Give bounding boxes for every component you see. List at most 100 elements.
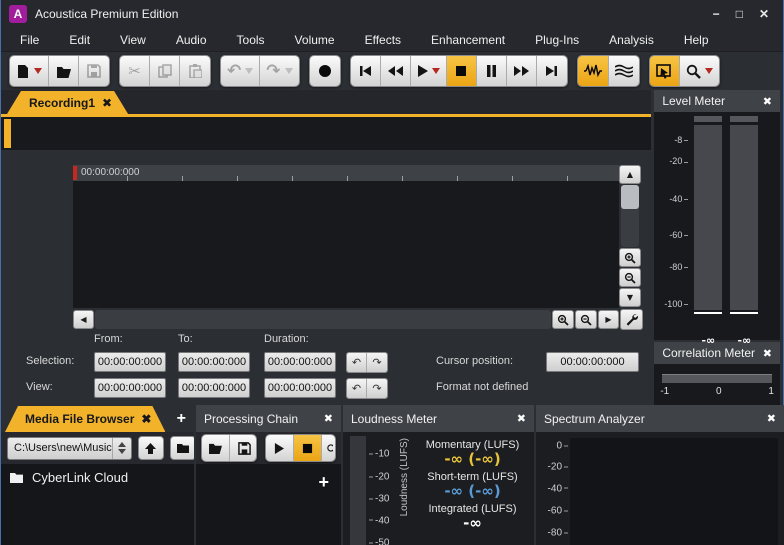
menu-edit[interactable]: Edit — [54, 28, 105, 52]
tab-media-file-browser[interactable]: Media File Browser ✖ — [5, 406, 165, 432]
path-spinner[interactable] — [111, 437, 131, 459]
integrated-value: -∞ — [463, 514, 482, 532]
loudness-meter-title: Loudness Meter — [351, 411, 438, 426]
folder-up-button[interactable] — [137, 436, 164, 460]
selection-duration-field[interactable]: 00:00:00:000 — [264, 352, 336, 372]
selection-to-field[interactable]: 00:00:00:000 — [178, 352, 250, 372]
add-panel-button[interactable]: + — [177, 410, 186, 428]
view-undo-button[interactable]: ↶ — [347, 379, 367, 398]
menu-effects[interactable]: Effects — [350, 28, 416, 52]
copy-icon — [157, 64, 172, 78]
undo-icon: ↶ — [227, 60, 242, 81]
go-to-start-button[interactable] — [350, 56, 381, 86]
scroll-down-button[interactable]: ▼ — [619, 288, 641, 307]
correlation-meter-close-icon[interactable]: ✖ — [763, 347, 772, 360]
add-effect-button[interactable]: + — [318, 472, 329, 493]
save-button[interactable] — [79, 56, 109, 86]
selection-undo-button[interactable]: ↶ — [347, 353, 367, 372]
vertical-scroll-thumb[interactable] — [621, 185, 639, 209]
maximize-button[interactable]: □ — [736, 8, 743, 20]
fast-forward-button[interactable] — [506, 56, 537, 86]
vertical-scroll-track[interactable] — [621, 185, 639, 247]
close-button[interactable]: ✕ — [759, 8, 769, 20]
waveform-overview[interactable] — [1, 114, 652, 150]
scale-label: -40 — [669, 194, 688, 204]
waveform-canvas[interactable] — [73, 181, 619, 308]
play-button[interactable] — [410, 56, 447, 86]
zoom-out-vertical-button[interactable] — [619, 268, 641, 287]
tab-close-icon[interactable]: ✖ — [141, 412, 151, 426]
list-item-cyberlink-cloud[interactable]: CyberLink Cloud — [9, 470, 186, 485]
chain-open-button[interactable] — [202, 435, 230, 461]
selection-tool-button[interactable] — [649, 56, 680, 86]
zoom-tool-button[interactable] — [679, 56, 719, 86]
play-dropdown-icon[interactable] — [431, 68, 440, 74]
processing-chain-close-icon[interactable]: ✖ — [324, 412, 333, 425]
zoom-out-horizontal-button[interactable] — [575, 310, 597, 329]
level-meter-bar-left — [694, 116, 723, 328]
new-file-button[interactable] — [10, 56, 49, 86]
chain-extra-button-partial[interactable] — [321, 435, 335, 461]
path-combobox[interactable]: C:\Users\new\Music — [7, 436, 132, 460]
spinner-down-icon — [117, 449, 126, 454]
cursor-position-field[interactable]: 00:00:00:000 — [546, 352, 639, 372]
timeline-ruler[interactable]: 00:00:00:000 — [73, 165, 619, 181]
browse-folder-button[interactable] — [169, 436, 194, 460]
loudness-meter-close-icon[interactable]: ✖ — [517, 412, 526, 425]
horizontal-scroll-track[interactable] — [95, 310, 551, 329]
view-to-field[interactable]: 00:00:00:000 — [178, 378, 250, 398]
redo-dropdown-icon[interactable] — [284, 68, 293, 74]
scale-label: 0 — [556, 441, 568, 452]
chain-stop-button[interactable] — [293, 435, 322, 461]
zoom-out-icon — [624, 272, 636, 284]
menu-plugins[interactable]: Plug-Ins — [520, 28, 594, 52]
spectrum-analyzer-close-icon[interactable]: ✖ — [767, 412, 776, 425]
open-file-button[interactable] — [49, 56, 79, 86]
menu-enhancement[interactable]: Enhancement — [416, 28, 520, 52]
pause-button[interactable] — [476, 56, 507, 86]
menu-help[interactable]: Help — [669, 28, 724, 52]
spectral-view-button[interactable] — [608, 56, 639, 86]
scroll-left-button[interactable]: ◀ — [73, 310, 94, 329]
tab-close-icon[interactable]: ✖ — [102, 96, 112, 110]
menu-volume[interactable]: Volume — [280, 28, 350, 52]
zoom-in-horizontal-button[interactable] — [552, 310, 574, 329]
editor-settings-button[interactable] — [620, 309, 643, 330]
scroll-up-button[interactable]: ▲ — [619, 165, 641, 184]
record-button[interactable] — [309, 56, 340, 86]
level-right-value: -∞ — [737, 334, 752, 347]
paste-button[interactable] — [180, 56, 210, 86]
undo-button[interactable]: ↶ — [221, 56, 261, 86]
view-from-field[interactable]: 00:00:00:000 — [94, 378, 166, 398]
waveform-view-button[interactable] — [577, 56, 609, 86]
cut-button[interactable]: ✂ — [120, 56, 150, 86]
level-meter-close-icon[interactable]: ✖ — [763, 95, 772, 108]
view-duration-field[interactable]: 00:00:00:000 — [264, 378, 336, 398]
chain-play-button[interactable] — [265, 435, 294, 461]
tab-recording1[interactable]: Recording1 ✖ — [7, 91, 128, 114]
loudness-meter-panel: Loudness Meter ✖ -10 -20 -30 -40 -50 Lou… — [343, 405, 534, 545]
minimize-button[interactable]: − — [713, 8, 720, 20]
menu-view[interactable]: View — [105, 28, 161, 52]
copy-button[interactable] — [150, 56, 180, 86]
rewind-button[interactable] — [380, 56, 411, 86]
menu-tools[interactable]: Tools — [222, 28, 280, 52]
path-value: C:\Users\new\Music — [14, 442, 112, 454]
zoom-in-vertical-button[interactable] — [619, 248, 641, 267]
view-redo-button[interactable]: ↷ — [367, 379, 387, 398]
stop-button[interactable] — [446, 56, 477, 86]
menu-analysis[interactable]: Analysis — [594, 28, 669, 52]
overview-position-marker[interactable] — [4, 119, 11, 148]
redo-button[interactable]: ↷ — [260, 56, 299, 86]
menu-audio[interactable]: Audio — [161, 28, 222, 52]
selection-from-field[interactable]: 00:00:00:000 — [94, 352, 166, 372]
menu-file[interactable]: File — [5, 28, 54, 52]
scroll-right-button[interactable]: ▶ — [598, 310, 619, 329]
undo-dropdown-icon[interactable] — [245, 68, 254, 74]
selection-redo-button[interactable]: ↷ — [367, 353, 387, 372]
go-to-end-button[interactable] — [536, 56, 567, 86]
new-file-dropdown-icon[interactable] — [34, 68, 42, 74]
chain-save-button[interactable] — [230, 435, 256, 461]
zoom-dropdown-icon[interactable] — [704, 68, 713, 74]
selection-cursor-icon — [656, 63, 671, 79]
